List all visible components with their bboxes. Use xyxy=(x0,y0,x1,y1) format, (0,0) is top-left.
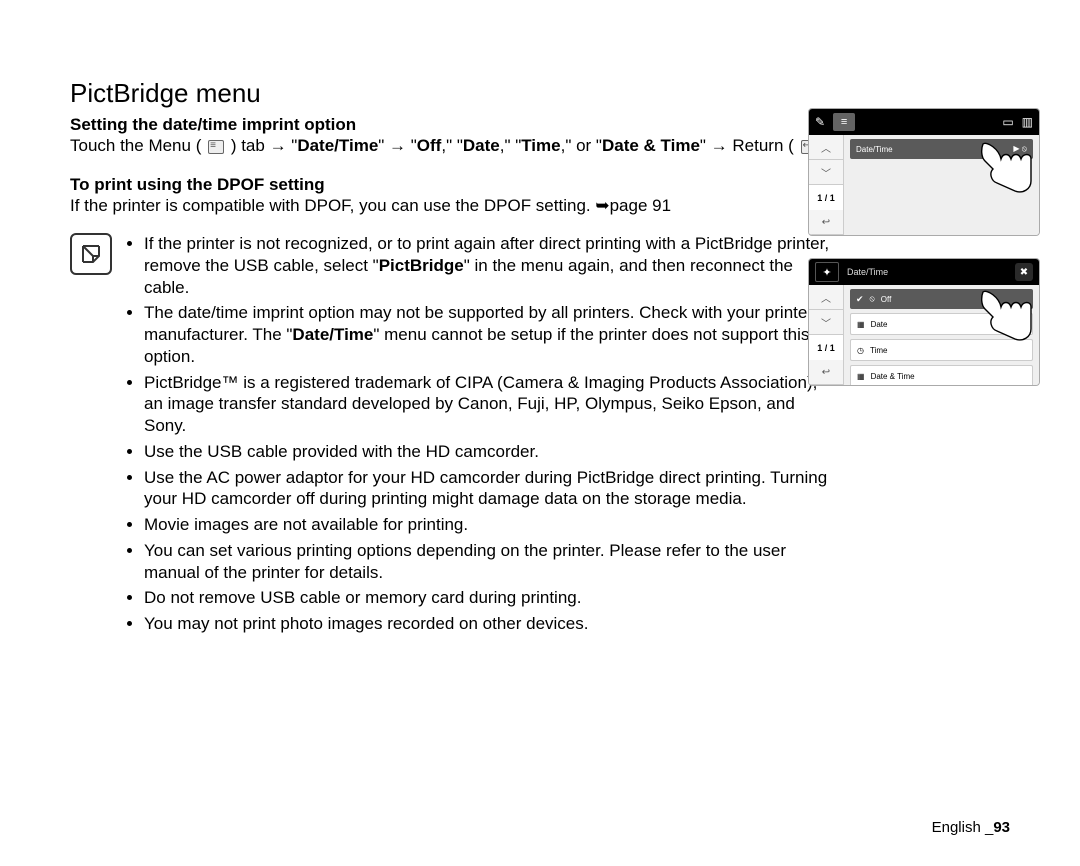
camera-screen-2: ✦ Date/Time ✖ ︿ ﹀ 1 / 1 ↩ ✔ ⦸ Off xyxy=(808,258,1040,386)
illustration-column: ✎ ≡ ▭ ▥ ︿ ﹀ 1 / 1 ↩ Date/Time ▶ ⦸ xyxy=(808,108,1040,408)
note-item: Movie images are not available for print… xyxy=(144,514,834,536)
battery-icon: ▥ xyxy=(1022,115,1033,129)
note-item: You can set various printing options dep… xyxy=(144,540,834,584)
scroll-up-button[interactable]: ︿ xyxy=(809,285,843,310)
check-icon: ✔ xyxy=(856,294,864,305)
return-button[interactable]: ↩ xyxy=(809,210,843,235)
screen1-topbar: ✎ ≡ ▭ ▥ xyxy=(809,109,1039,135)
note-item: Do not remove USB cable or memory card d… xyxy=(144,587,834,609)
calendar-icon: ▦ xyxy=(857,320,865,329)
page-indicator: 1 / 1 xyxy=(809,185,843,210)
card-icon: ▭ xyxy=(1002,115,1013,129)
menu-row-datetime[interactable]: Date/Time ▶ ⦸ xyxy=(850,139,1033,159)
option-label: Time xyxy=(870,346,1026,355)
camera-screen-1: ✎ ≡ ▭ ▥ ︿ ﹀ 1 / 1 ↩ Date/Time ▶ ⦸ xyxy=(808,108,1040,236)
text: " → Return ( xyxy=(700,136,794,155)
screen2-topbar: ✦ Date/Time ✖ xyxy=(809,259,1039,285)
scroll-down-button[interactable]: ﹀ xyxy=(809,310,843,335)
menu-tab-button[interactable]: ≡ xyxy=(833,113,855,131)
text: Touch the Menu ( xyxy=(70,136,201,155)
slash-icon: ⦸ xyxy=(870,294,875,304)
option-time[interactable]: ◷ Time xyxy=(850,339,1033,361)
note-item: Use the AC power adaptor for your HD cam… xyxy=(144,467,834,511)
option-date[interactable]: ▦ Date xyxy=(850,313,1033,335)
text: ) tab → " xyxy=(231,136,298,155)
option-label: Date & Time xyxy=(871,372,1026,381)
term-datetime: Date/Time xyxy=(297,136,378,155)
screen2-main: ✔ ⦸ Off ▦ Date ◷ Time ▦ Date & Time xyxy=(844,285,1039,385)
row-label: Date/Time xyxy=(856,145,1007,154)
text: ," " xyxy=(441,136,463,155)
row-indicator: ▶ ⦸ xyxy=(1013,144,1027,154)
text: ," " xyxy=(500,136,522,155)
manual-page: PictBridge menu Setting the date/time im… xyxy=(0,0,1080,866)
option-off[interactable]: ✔ ⦸ Off xyxy=(850,289,1033,309)
note-item: Use the USB cable provided with the HD c… xyxy=(144,441,834,463)
term-date: Date xyxy=(463,136,500,155)
term-off: Off xyxy=(417,136,442,155)
term-datetime: Date/Time xyxy=(292,325,373,344)
calendar-clock-icon: ▦ xyxy=(857,372,865,381)
close-button[interactable]: ✖ xyxy=(1015,263,1033,281)
screen2-sidebar: ︿ ﹀ 1 / 1 ↩ xyxy=(809,285,844,385)
text: ," or " xyxy=(561,136,602,155)
term-date-and-time: Date & Time xyxy=(602,136,700,155)
return-button[interactable]: ↩ xyxy=(809,360,843,385)
note-item: You may not print photo images recorded … xyxy=(144,613,834,635)
note-item: PictBridge™ is a registered trademark of… xyxy=(144,372,834,437)
footer-page-number: 93 xyxy=(993,819,1010,836)
screen2-title: Date/Time xyxy=(847,267,1007,277)
note-item: The date/time imprint option may not be … xyxy=(144,302,834,367)
pictbridge-icon: ✎ xyxy=(815,115,825,129)
option-label: Date xyxy=(871,320,1026,329)
clock-icon: ◷ xyxy=(857,346,864,355)
option-label: Off xyxy=(881,295,1027,304)
menu-tab-icon xyxy=(208,140,224,154)
footer-language: English _ xyxy=(932,819,994,836)
page-indicator: 1 / 1 xyxy=(809,335,843,360)
text: " → " xyxy=(378,136,417,155)
option-date-and-time[interactable]: ▦ Date & Time xyxy=(850,365,1033,386)
term-pictbridge: PictBridge xyxy=(379,256,464,275)
page-title: PictBridge menu xyxy=(70,78,1010,109)
note-icon xyxy=(70,233,112,275)
term-time: Time xyxy=(521,136,560,155)
screen1-main: Date/Time ▶ ⦸ xyxy=(844,135,1039,235)
settings-icon: ✦ xyxy=(815,262,839,282)
page-footer: English _93 xyxy=(932,819,1010,836)
screen1-sidebar: ︿ ﹀ 1 / 1 ↩ xyxy=(809,135,844,235)
scroll-down-button[interactable]: ﹀ xyxy=(809,160,843,185)
note-list: If the printer is not recognized, or to … xyxy=(124,233,834,639)
note-item: If the printer is not recognized, or to … xyxy=(144,233,834,298)
scroll-up-button[interactable]: ︿ xyxy=(809,135,843,160)
